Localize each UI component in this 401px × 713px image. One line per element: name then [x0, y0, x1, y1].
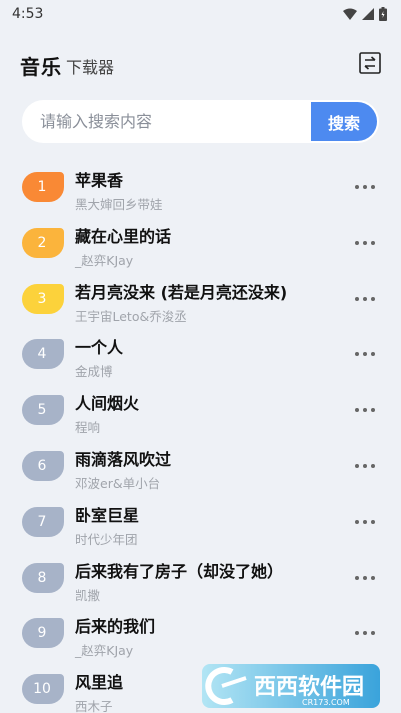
rank-badge: 3: [22, 283, 64, 314]
rank-badge: 2: [22, 227, 64, 258]
more-options-icon[interactable]: [355, 291, 375, 307]
more-options-icon[interactable]: [355, 625, 375, 641]
song-item[interactable]: 3 若月亮没来 (若是月亮还没来) 王宇宙Leto&乔浚丞: [0, 276, 401, 332]
search-bar: 搜索: [22, 100, 379, 143]
wifi-icon: [343, 8, 357, 20]
song-artist: _赵弈KJay: [75, 252, 134, 268]
app-subtitle: 下载器: [66, 58, 115, 77]
more-options-icon[interactable]: [355, 235, 375, 251]
more-options-icon[interactable]: [355, 458, 375, 474]
more-options-icon[interactable]: [355, 570, 375, 586]
status-icons: [343, 7, 387, 21]
swap-source-button[interactable]: [359, 52, 381, 74]
more-options-icon[interactable]: [355, 179, 375, 195]
battery-icon: [379, 7, 387, 21]
signal-icon: [362, 8, 374, 20]
status-time: 4:53: [12, 6, 44, 22]
song-item[interactable]: 6 雨滴落风吹过邓波er&单小台: [0, 443, 401, 499]
song-title: 藏在心里的话: [75, 226, 172, 246]
app-title: 音乐: [20, 55, 62, 79]
song-item[interactable]: 2 藏在心里的话 _赵弈KJay: [0, 220, 401, 276]
song-title: 后来的我们: [75, 617, 156, 637]
app-header: 音乐 下载器: [20, 50, 381, 80]
rank-badge: 4: [22, 339, 64, 370]
swap-icon: [359, 52, 381, 74]
song-list: 1 苹果香黑大婶回乡带娃 2 藏在心里的话 _赵弈KJay 3 若月亮没来 (若是月亮还没来…: [0, 164, 401, 713]
song-title: 风里追: [75, 673, 124, 693]
song-item[interactable]: 1 苹果香黑大婶回乡带娃: [0, 164, 401, 220]
rank-badge: 7: [22, 506, 64, 537]
watermark-logo: 西西软件园 CR173.COM: [202, 664, 380, 708]
more-options-icon[interactable]: [355, 346, 375, 362]
svg-text:西西软件园: 西西软件园: [254, 674, 364, 700]
song-item[interactable]: 9 后来的我们 _赵弈KJay: [0, 610, 401, 666]
search-button[interactable]: 搜索: [311, 102, 377, 141]
song-artist: _赵弈KJay: [75, 643, 134, 659]
song-item[interactable]: 5 人间烟火程响: [0, 387, 401, 443]
song-artist: 金成博: [75, 364, 113, 380]
rank-badge: 10: [22, 674, 64, 705]
song-artist: 凯撒: [75, 587, 101, 603]
song-item[interactable]: 4 一个人金成博: [0, 331, 401, 387]
song-item[interactable]: 7 卧室巨星时代少年团: [0, 499, 401, 555]
song-artist: 西木子: [75, 699, 113, 713]
rank-badge: 5: [22, 395, 64, 426]
more-options-icon[interactable]: [355, 514, 375, 530]
status-bar: 4:53: [0, 0, 401, 28]
rank-badge: 1: [22, 172, 64, 202]
watermark-logo-graphic: 西西软件园 CR173.COM: [205, 667, 364, 707]
song-artist: 邓波er&单小台: [75, 475, 161, 491]
rank-badge: 6: [22, 450, 64, 481]
rank-badge: 9: [22, 618, 64, 649]
song-title: 卧室巨星: [75, 505, 140, 525]
song-title: 苹果香: [75, 171, 124, 190]
svg-text:CR173.COM: CR173.COM: [302, 698, 350, 707]
song-artist: 黑大婶回乡带娃: [75, 197, 163, 212]
song-title: 若月亮没来 (若是月亮还没来): [75, 282, 288, 302]
song-title: 一个人: [75, 338, 124, 358]
song-artist: 程响: [75, 420, 101, 436]
song-title: 后来我有了房子（却没了她）: [75, 561, 284, 581]
song-artist: 时代少年团: [75, 531, 138, 547]
song-title: 雨滴落风吹过: [75, 449, 172, 469]
rank-badge: 8: [22, 562, 64, 593]
more-options-icon[interactable]: [355, 402, 375, 418]
song-item[interactable]: 8 后来我有了房子（却没了她） 凯撒: [0, 555, 401, 611]
song-title: 人间烟火: [75, 394, 140, 414]
search-input[interactable]: [22, 100, 311, 143]
song-artist: 王宇宙Leto&乔浚丞: [75, 308, 187, 324]
